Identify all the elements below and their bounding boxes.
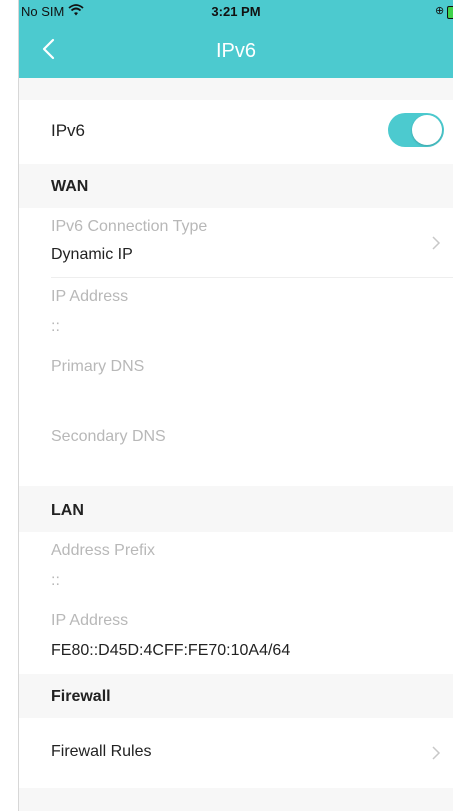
ipv6-settings-screen: No SIM 3:21 PM ⊕ IPv6 IPv6 WAN IPv6 Conn… [19,0,453,811]
secondary-dns-label: Secondary DNS [51,428,166,445]
firewall-section-heading: Firewall [51,688,111,705]
page-title: IPv6 [215,40,257,62]
lan-section-heading: LAN [51,502,84,519]
connection-type-row[interactable]: IPv6 Connection Type Dynamic IP [19,208,453,278]
firewall-rules-label: Firewall Rules [51,743,152,760]
chevron-right-icon [432,746,441,760]
wan-ip-address-label: IP Address [51,288,129,305]
lan-section: Address Prefix :: IP Address FE80::D45D:… [19,532,453,674]
lan-ip-address-value: FE80::D45D:4CFF:FE70:10A4/64 [51,642,291,659]
ipv6-toggle-label: IPv6 [51,121,86,140]
lan-ip-address-label: IP Address [51,612,129,629]
status-bar: No SIM 3:21 PM ⊕ [19,0,453,22]
firewall-section: Firewall Rules [19,718,453,788]
row-divider [51,277,453,278]
connection-type-value: Dynamic IP [51,246,133,263]
wan-section-heading: WAN [51,178,89,195]
status-time: 3:21 PM [211,4,261,19]
wan-ip-address-value: :: [51,318,60,335]
left-frame-strip [0,0,18,811]
switch-knob [412,115,442,145]
address-prefix-label: Address Prefix [51,542,156,559]
primary-dns-label: Primary DNS [51,358,145,375]
rotation-lock-icon: ⊕ [435,5,445,17]
address-prefix-value: :: [51,572,60,589]
battery-icon [447,6,453,19]
wan-section: IPv6 Connection Type Dynamic IP IP Addre… [19,208,453,486]
navigation-bar: IPv6 [19,22,453,78]
connection-type-label: IPv6 Connection Type [51,218,208,235]
chevron-right-icon [432,236,441,250]
firewall-rules-row[interactable]: Firewall Rules [19,718,453,788]
ipv6-toggle-row: IPv6 [19,100,453,164]
ipv6-switch[interactable] [388,113,444,147]
